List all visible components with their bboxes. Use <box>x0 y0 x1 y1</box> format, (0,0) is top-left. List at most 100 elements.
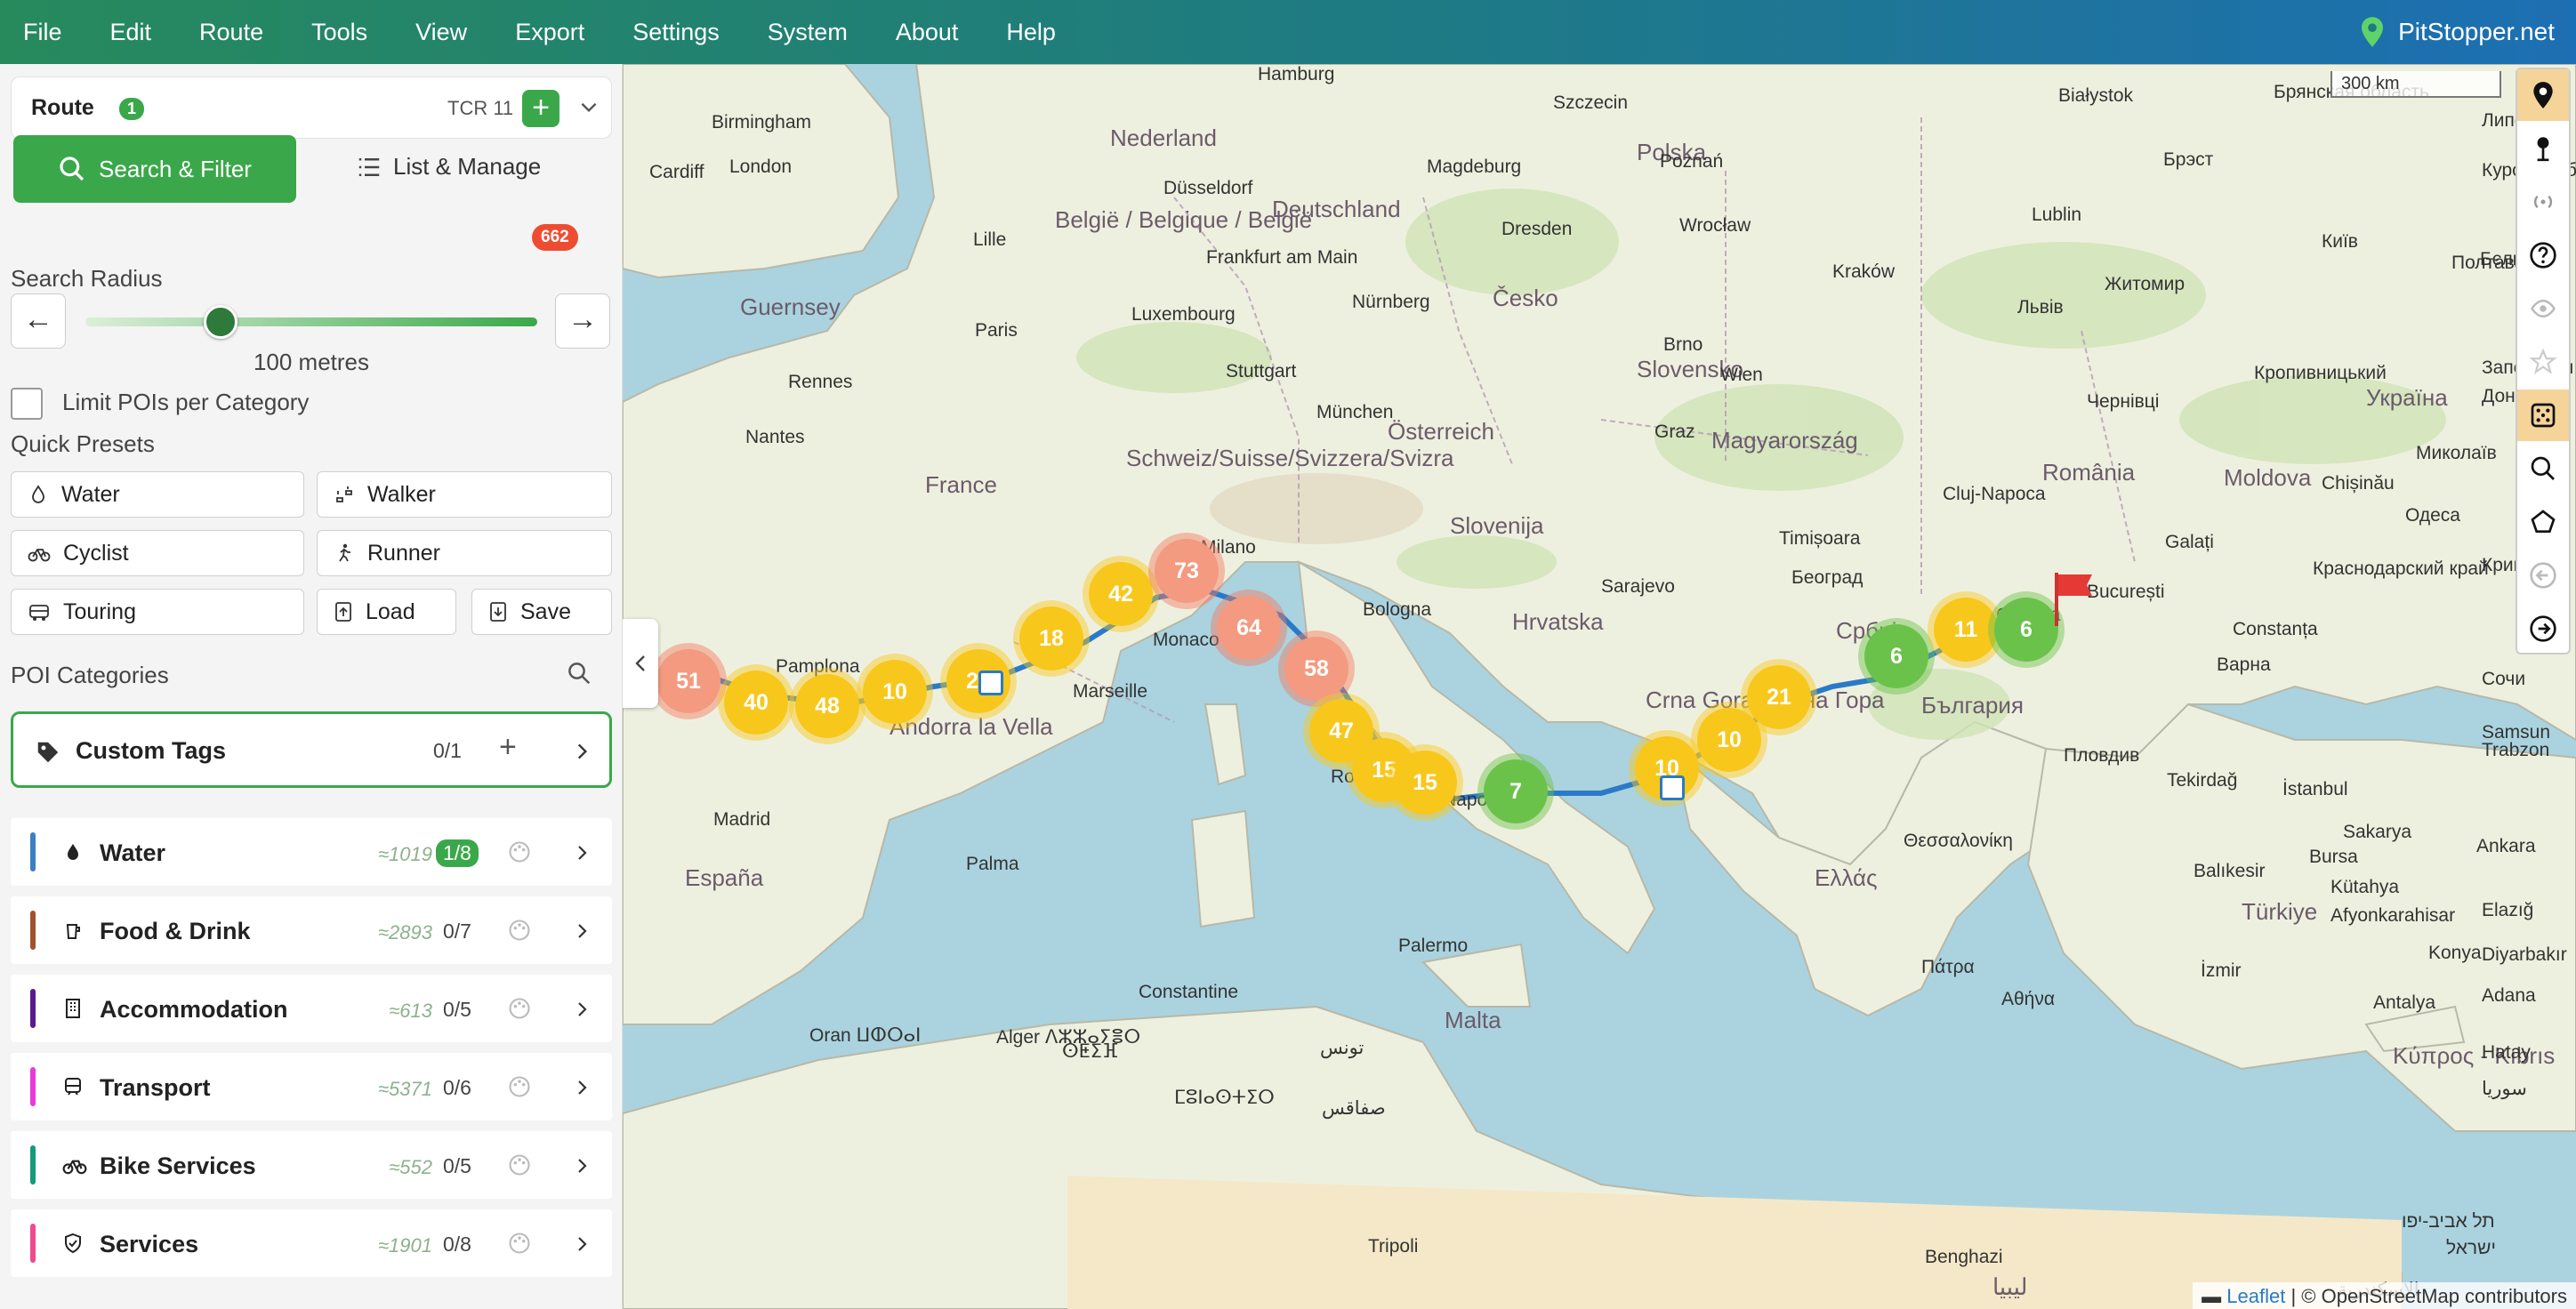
tool-broadcast[interactable] <box>2517 176 2569 228</box>
city-label: Elazığ <box>2482 900 2534 920</box>
tool-redo[interactable] <box>2517 603 2569 654</box>
palette-icon[interactable] <box>507 839 532 864</box>
tool-undo[interactable] <box>2517 550 2569 601</box>
category-color-bar <box>30 1145 36 1185</box>
poi-cluster-marker[interactable]: 10 <box>1697 708 1761 772</box>
category-label: Bike Services <box>100 1152 256 1179</box>
tool-visibility[interactable] <box>2517 283 2569 334</box>
city-label: ⵙⵟⵉⴼ <box>1062 1041 1119 1062</box>
city-label: Ankara <box>2476 836 2536 856</box>
preset-touring-button[interactable]: Touring <box>11 589 304 635</box>
poi-cluster-marker[interactable]: 42 <box>1089 562 1153 626</box>
finish-flag-icon[interactable] <box>2051 571 2096 628</box>
search-icon[interactable] <box>566 660 592 687</box>
route-name[interactable]: TCR 11 <box>447 97 513 120</box>
menu-about[interactable]: About <box>872 0 983 64</box>
city-label: Afyonkarahisar <box>2330 905 2456 926</box>
radius-slider[interactable] <box>85 317 537 326</box>
tool-help[interactable] <box>2517 229 2569 281</box>
poi-cluster-marker[interactable]: 10 <box>863 660 927 724</box>
dice-icon <box>2531 403 2556 428</box>
menu-tools[interactable]: Tools <box>287 0 391 64</box>
chevron-right-icon[interactable] <box>571 1233 592 1256</box>
menu-export[interactable]: Export <box>491 0 608 64</box>
map-pin-icon <box>2533 82 2553 108</box>
menu-route[interactable]: Route <box>175 0 287 64</box>
palette-icon[interactable] <box>507 1152 532 1177</box>
tool-search[interactable] <box>2517 443 2569 494</box>
map-attribution: ▬ Leaflet | © OpenStreetMap contributors <box>2193 1282 2576 1309</box>
menu-system[interactable]: System <box>744 0 872 64</box>
poi-cluster-marker[interactable]: 6 <box>1994 598 2058 662</box>
category-label: Food & Drink <box>100 918 251 944</box>
preset-runner-button[interactable]: Runner <box>317 530 612 576</box>
tool-place-marker[interactable] <box>2517 69 2569 121</box>
category-row[interactable]: Food & Drink ≈2893 0/7 <box>11 896 612 964</box>
chevron-right-icon[interactable] <box>571 841 592 864</box>
category-row[interactable]: Transport ≈5371 0/6 <box>11 1053 612 1120</box>
poi-cluster-marker[interactable]: 48 <box>795 674 859 738</box>
radius-slider-thumb[interactable] <box>204 305 238 339</box>
tool-polygon[interactable] <box>2517 496 2569 548</box>
menu-edit[interactable]: Edit <box>86 0 176 64</box>
poi-cluster-marker[interactable]: 58 <box>1284 637 1348 701</box>
preset-water-button[interactable]: Water <box>11 471 304 518</box>
poi-cluster-marker[interactable]: 11 <box>1934 598 1998 662</box>
poi-cluster-marker[interactable]: 21 <box>1747 665 1811 729</box>
preset-walker-button[interactable]: Walker <box>317 471 612 518</box>
category-row[interactable]: Water ≈1019 1/8 <box>11 818 612 886</box>
menu-settings[interactable]: Settings <box>608 0 744 64</box>
category-label: Water <box>100 839 166 866</box>
palette-icon[interactable] <box>507 1074 532 1099</box>
add-custom-tag-button[interactable]: + <box>499 730 517 765</box>
city-label: Wrocław <box>1679 215 1751 236</box>
tool-favorites[interactable] <box>2517 336 2569 388</box>
poi-cluster-marker[interactable]: 64 <box>1217 596 1281 660</box>
tool-cluster[interactable] <box>2517 389 2569 441</box>
palette-icon[interactable] <box>507 918 532 943</box>
preset-save-button[interactable]: Save <box>471 589 612 635</box>
chevron-down-icon[interactable] <box>577 95 600 118</box>
tool-user-location[interactable] <box>2517 123 2569 174</box>
chevron-right-icon[interactable] <box>571 1154 592 1177</box>
poi-cluster-marker[interactable]: 7 <box>1484 759 1548 823</box>
tab-list-manage[interactable]: List & Manage <box>356 153 541 181</box>
preset-load-button[interactable]: Load <box>317 589 456 635</box>
leaflet-link[interactable]: Leaflet <box>2226 1285 2285 1307</box>
city-label: Rennes <box>788 372 853 392</box>
poi-cluster-marker[interactable]: 15 <box>1393 751 1457 815</box>
chevron-right-icon[interactable] <box>571 1076 592 1099</box>
menu-file[interactable]: File <box>0 0 86 64</box>
cup-icon <box>62 919 84 946</box>
poi-cluster-marker[interactable]: 51 <box>656 649 720 713</box>
chevron-right-icon[interactable] <box>571 920 592 943</box>
radius-increase-button[interactable]: → <box>555 293 610 349</box>
poi-cluster-marker[interactable]: 40 <box>724 671 788 735</box>
tab-search-filter[interactable]: Search & Filter <box>13 135 296 203</box>
radius-decrease-button[interactable]: ← <box>11 293 66 349</box>
menu-view[interactable]: View <box>391 0 491 64</box>
category-row[interactable]: Accommodation ≈613 0/5 <box>11 975 612 1042</box>
preset-cyclist-button[interactable]: Cyclist <box>11 530 304 576</box>
poi-cluster-marker[interactable]: 73 <box>1155 539 1219 603</box>
category-row[interactable]: Services ≈1901 0/8 <box>11 1209 612 1277</box>
location-pin-icon <box>2537 137 2549 162</box>
chevron-right-icon[interactable] <box>571 998 592 1021</box>
radius-value: 100 metres <box>253 349 370 375</box>
palette-icon[interactable] <box>507 996 532 1021</box>
add-route-button[interactable]: + <box>522 90 559 127</box>
direction-marker[interactable] <box>978 671 1003 695</box>
poi-cluster-marker[interactable]: 6 <box>1864 624 1928 688</box>
custom-tags-row[interactable]: Custom Tags 0/1 + <box>11 711 612 788</box>
chevron-right-icon[interactable] <box>570 739 593 764</box>
limit-pois-checkbox[interactable] <box>11 388 43 420</box>
brand-link[interactable]: PitStopper.net <box>2359 0 2555 64</box>
palette-icon[interactable] <box>507 1231 532 1256</box>
map-view[interactable]: Nederland België / Belgique / België Deuts… <box>623 64 2576 1309</box>
poi-cluster-marker[interactable]: 18 <box>1019 606 1083 671</box>
direction-marker[interactable] <box>1660 775 1685 800</box>
category-row[interactable]: Bike Services ≈552 0/5 <box>11 1131 612 1199</box>
sidebar-collapse-button[interactable] <box>623 619 658 708</box>
menu-bar: File Edit Route Tools View Export Settin… <box>0 0 2576 64</box>
menu-help[interactable]: Help <box>982 0 1080 64</box>
